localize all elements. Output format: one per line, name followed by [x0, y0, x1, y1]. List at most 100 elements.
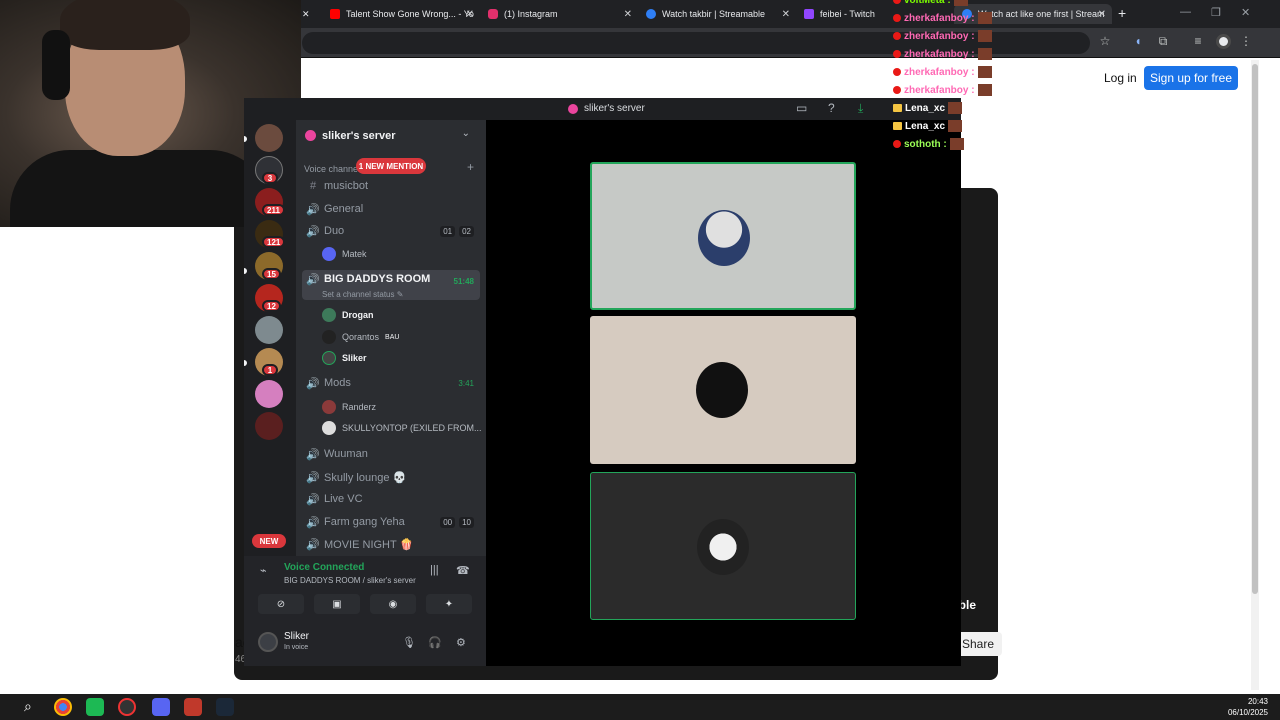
close-icon[interactable]: ✕ [1098, 9, 1106, 20]
chat-username[interactable]: Lena_xc [905, 103, 945, 114]
media-controls-icon[interactable]: ≡ [1190, 34, 1206, 48]
close-icon[interactable]: ✕ [466, 9, 474, 20]
server-badge: 12 [262, 300, 281, 312]
chat-username[interactable]: zherkafanboy : [904, 31, 975, 42]
avatar[interactable] [258, 632, 278, 652]
participant-tile[interactable] [590, 162, 856, 310]
channel-farm-gang[interactable]: 🔊 Farm gang Yeha 00 10 [302, 512, 480, 532]
voice-user[interactable]: Randerz [322, 398, 376, 416]
gear-icon[interactable]: ⚙ [456, 636, 466, 649]
activities-button[interactable]: ◉ [370, 594, 416, 614]
noise-suppression-icon[interactable]: ||| [430, 564, 439, 576]
voice-user[interactable]: Sliker [322, 349, 367, 367]
badge-icon [893, 50, 901, 58]
new-badge[interactable]: NEW [252, 534, 286, 548]
voice-location[interactable]: BIG DADDYS ROOM / sliker's server [284, 576, 416, 585]
discord-icon[interactable] [152, 698, 170, 716]
inbox-icon[interactable]: ▭ [796, 101, 807, 115]
server-header[interactable]: sliker's server ⌄ [296, 120, 486, 152]
microphone-icon[interactable]: 🎙 [402, 636, 416, 649]
server-icon[interactable] [255, 316, 283, 344]
close-icon[interactable]: ✕ [624, 9, 632, 20]
signal-icon[interactable]: ⌁ [260, 564, 267, 577]
chat-username[interactable]: sothoth : [904, 139, 947, 150]
chevron-down-icon[interactable]: ⌄ [462, 128, 470, 139]
tab-streamable-takbir[interactable]: Watch takbir | Streamable ✕ [638, 4, 796, 24]
headset-icon [42, 30, 70, 100]
screen-share-button[interactable]: ▣ [314, 594, 360, 614]
help-icon[interactable]: ? [828, 101, 835, 115]
voice-user[interactable]: Qorantos BAU [322, 328, 399, 346]
shield-icon[interactable] [184, 698, 202, 716]
server-icon[interactable] [255, 412, 283, 440]
username[interactable]: Sliker [284, 631, 309, 642]
tab-label: (1) Instagram [504, 9, 558, 19]
tab-label: Talent Show Gone Wrong... - Yo [346, 9, 474, 19]
soundboard-button[interactable]: ✦ [426, 594, 472, 614]
voice-status[interactable]: Voice Connected [284, 562, 364, 573]
chat-username[interactable]: zherkafanboy : [904, 85, 975, 96]
chat-username[interactable]: Lena_xc [905, 121, 945, 132]
tab-instagram[interactable]: (1) Instagram ✕ [480, 4, 638, 24]
bookmark-star-icon[interactable]: ☆ [1097, 34, 1113, 48]
voice-user[interactable]: Matek [322, 245, 367, 263]
search-icon[interactable]: ⌕ [24, 698, 42, 716]
server-icon[interactable] [255, 124, 283, 152]
extensions-icon[interactable]: ⧉ [1155, 34, 1171, 49]
page-scrollbar[interactable] [1251, 60, 1259, 690]
obs-icon[interactable] [118, 698, 136, 716]
voice-user-name: Randerz [342, 402, 377, 412]
signup-button[interactable]: Sign up for free [1144, 66, 1238, 90]
extension-audio-icon[interactable]: ◖ [1130, 34, 1146, 48]
channel-user-limit: 01 02 [440, 225, 474, 237]
channel-skully-lounge[interactable]: 🔊 Skully lounge 💀 [302, 467, 480, 487]
headphones-icon[interactable]: 🎧 [428, 636, 442, 649]
channel-general[interactable]: 🔊 General [302, 199, 480, 219]
login-link[interactable]: Log in [1104, 71, 1137, 85]
emote-icon [953, 0, 968, 6]
participant-tile[interactable] [590, 472, 856, 620]
profile-avatar-icon[interactable] [1216, 34, 1231, 49]
minimize-icon[interactable]: — [1180, 6, 1191, 18]
emote-icon [948, 120, 963, 132]
disconnect-icon[interactable]: ☎ [456, 564, 470, 577]
participant-tile[interactable] [590, 316, 856, 464]
scrollbar-thumb[interactable] [1252, 64, 1258, 594]
close-icon[interactable]: ✕ [298, 4, 322, 24]
category-voice-channels[interactable]: Voice channe [304, 164, 358, 174]
share-button[interactable]: Share [954, 632, 1002, 656]
channel-wuuman[interactable]: 🔊 Wuuman [302, 444, 480, 464]
menu-kebab-icon[interactable]: ⋮ [1238, 34, 1254, 48]
chat-username[interactable]: zherkafanboy : [904, 13, 975, 24]
channel-duo[interactable]: 🔊 Duo 01 02 [302, 221, 480, 241]
channel-live-vc[interactable]: 🔊 Live VC [302, 489, 480, 509]
chat-message: zherkafanboy : [893, 10, 992, 26]
steam-icon[interactable] [216, 698, 234, 716]
channel-musicbot[interactable]: # musicbot [302, 176, 480, 196]
channel-mods[interactable]: 🔊 Mods 3:41 [302, 373, 480, 393]
app-icon[interactable] [86, 698, 104, 716]
chrome-icon[interactable] [54, 698, 72, 716]
tab-youtube[interactable]: Talent Show Gone Wrong... - Yo ✕ [322, 4, 480, 24]
maximize-icon[interactable]: ❐ [1211, 6, 1221, 19]
chat-username[interactable]: zherkafanboy : [904, 49, 975, 60]
voice-user[interactable]: Drogan [322, 306, 374, 324]
new-mention-pill[interactable]: 1 NEW MENTION [356, 158, 426, 174]
system-clock[interactable]: 20:43 06/10/2025 [1228, 696, 1268, 718]
new-tab-button[interactable]: + [1118, 5, 1126, 21]
channel-movie-night[interactable]: 🔊 MOVIE NIGHT 🍿 [302, 534, 480, 554]
speaker-icon: 🔊 [306, 448, 320, 461]
chat-username[interactable]: voltMeta : [904, 0, 951, 6]
window-close-icon[interactable]: ✕ [1241, 6, 1250, 19]
user-status: In voice [284, 644, 309, 651]
channel-status[interactable]: Set a channel status ✎ [322, 290, 403, 299]
server-icon[interactable] [255, 380, 283, 408]
camera-off-button[interactable]: ⊘ [258, 594, 304, 614]
chat-message: zherkafanboy : [893, 28, 992, 44]
chat-username[interactable]: zherkafanboy : [904, 67, 975, 78]
download-icon[interactable]: ⤓ [858, 101, 863, 116]
voice-user[interactable]: SKULLYONTOP (EXILED FROM... [322, 419, 482, 437]
tab-twitch[interactable]: feibei - Twitch [796, 4, 896, 24]
close-icon[interactable]: ✕ [782, 9, 790, 20]
add-channel-icon[interactable]: + [467, 160, 474, 174]
